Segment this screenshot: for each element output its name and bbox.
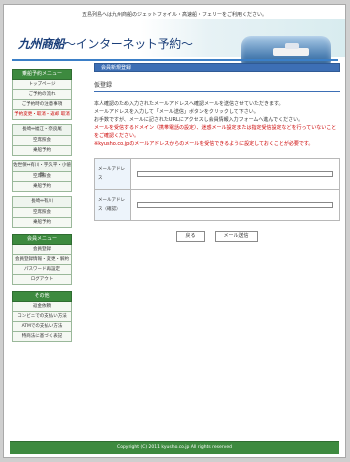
side-route-1: 長崎⇔福江・奈良尾 <box>12 124 72 136</box>
main-section-title: 会員新規登録 <box>94 63 340 72</box>
side-route-1-book[interactable]: 乗船予約 <box>12 146 72 156</box>
side-route-2-seat[interactable]: 空席照会 <box>12 172 72 182</box>
side-route-3-seat[interactable]: 空席照会 <box>12 208 72 218</box>
side-head-menu: 乗船予約メニュー <box>12 69 72 80</box>
label-email-confirm: メールアドレス（確認） <box>95 190 131 220</box>
side-route-3: 長崎⇔有川 <box>12 196 72 208</box>
side-route-2: 佐世保⇔有川・宇久平・小値賀 <box>12 160 72 178</box>
header: 九州商船 ～インターネット予約～ <box>4 19 345 70</box>
side-head-other: その他 <box>12 291 72 302</box>
side-flow[interactable]: ご予約の流れ <box>12 90 72 100</box>
side-route-1-seat[interactable]: 空席照会 <box>12 136 72 146</box>
description: 本人確認のため入力されたメールアドレスへ確認メールを送信させていただきます。 メ… <box>94 100 340 148</box>
side-route-3-book[interactable]: 乗船予約 <box>12 218 72 228</box>
desc-line-1: 本人確認のため入力されたメールアドレスへ確認メールを送信させていただきます。 <box>94 101 284 107</box>
send-mail-button[interactable]: メール送信 <box>214 231 258 242</box>
email-form: メールアドレス メールアドレス（確認） <box>94 158 340 221</box>
label-email: メールアドレス <box>95 159 131 189</box>
page: 五島列島へは九州商船のジェットフォイル・高速船・フェリーをご利用ください。 九州… <box>3 4 346 458</box>
email-input[interactable] <box>137 171 333 177</box>
title-line <box>94 91 340 92</box>
footer: Copyright (C) 2011 kyusho.co.jp All righ… <box>10 441 339 454</box>
side-register[interactable]: 会員登録 <box>12 245 72 255</box>
row-email: メールアドレス <box>95 159 339 190</box>
top-note: 五島列島へは九州商船のジェットフォイル・高速船・フェリーをご利用ください。 <box>81 12 267 18</box>
side-logout[interactable]: ログアウト <box>12 275 72 285</box>
header-divider <box>12 59 338 61</box>
side-route-2-book[interactable]: 乗船予約 <box>12 182 72 192</box>
logo: 九州商船 <box>18 37 65 51</box>
sidebar: 乗船予約メニュー トップページ ご予約の流れ ご予約時の注意事項 予約変更・取消… <box>12 63 72 342</box>
side-notice[interactable]: ご予約時の注意事項 <box>12 100 72 110</box>
desc-line-2: メールアドレスを入力して「メール送信」ボタンをクリックして下さい。 <box>94 109 259 115</box>
email-confirm-input[interactable] <box>137 202 333 208</box>
desc-line-3: お手数ですが、メールに記されたURLにアクセスし会員情報入力フォームへ進んでくだ… <box>94 117 304 123</box>
button-row: 戻る メール送信 <box>94 231 340 242</box>
side-refund[interactable]: 返金依頼 <box>12 302 72 312</box>
side-member-info[interactable]: 会員登録情報・変更・解約 <box>12 255 72 265</box>
warning-line-1: メールを受信するドメイン（携帯電話の設定）、迷惑メール設定または指定受信設定など… <box>94 125 337 139</box>
side-conbini[interactable]: コンビニでの支払い方法 <box>12 312 72 322</box>
side-cancel[interactable]: 予約変更・取消・返却 取消 <box>12 110 72 120</box>
logo-subtitle: ～インターネット予約～ <box>64 37 193 51</box>
row-email-confirm: メールアドレス（確認） <box>95 190 339 220</box>
side-law[interactable]: 特商法に基づく表記 <box>12 332 72 342</box>
page-title: 仮登録 <box>94 82 113 89</box>
side-atm[interactable]: ATMでの支払い方法 <box>12 322 72 332</box>
side-password[interactable]: パスワード再設定 <box>12 265 72 275</box>
side-top-page[interactable]: トップページ <box>12 80 72 90</box>
back-button[interactable]: 戻る <box>176 231 205 242</box>
warning-line-2: ※kyusho.co.jpのメールアドレスからのメールを受信できるように設定して… <box>94 141 314 147</box>
side-head-member: 会員メニュー <box>12 234 72 245</box>
main: 会員新規登録 仮登録 本人確認のため入力されたメールアドレスへ確認メールを送信さ… <box>94 63 340 242</box>
